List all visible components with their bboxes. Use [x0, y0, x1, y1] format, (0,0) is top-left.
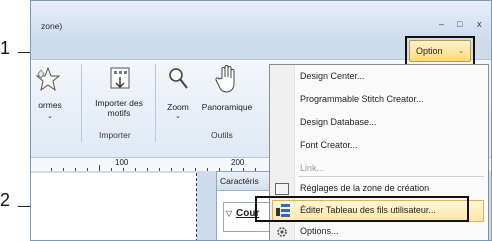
menu-item-design-database[interactable]: Design Database... [300, 117, 377, 127]
group-separator [155, 64, 156, 142]
menu-item-design-area-settings[interactable]: Réglages de la zone de création [300, 183, 429, 193]
magnifier-icon [169, 68, 188, 89]
group-separator [81, 64, 82, 142]
menu-item-options[interactable]: Options... [300, 226, 339, 236]
group-label-importer: Importer [99, 130, 131, 140]
menu-item-programmable-stitch-creator[interactable]: Programmable Stitch Creator... [300, 94, 424, 104]
panel-title: Caractéris [220, 176, 259, 186]
pan-button-label: Panoramique [201, 102, 253, 112]
design-canvas[interactable] [31, 173, 197, 240]
star-icon [35, 66, 61, 92]
menu-separator [298, 176, 484, 177]
minimize-button[interactable]: – [439, 19, 444, 29]
shapes-button-label: ormes [38, 100, 62, 110]
title-bar: zone) – □ x [31, 1, 491, 41]
shapes-button[interactable]: ormes ⌄ [31, 64, 69, 124]
import-icon [110, 67, 130, 89]
menu-item-font-creator[interactable]: Font Creator... [300, 140, 358, 150]
chevron-down-icon: ⌄ [175, 113, 181, 120]
import-patterns-button[interactable]: Importer des motifs [87, 64, 151, 128]
window-title: zone) [41, 21, 63, 31]
close-button[interactable]: x [477, 19, 482, 29]
chevron-down-icon: ⌄ [47, 113, 53, 120]
gear-icon [277, 227, 287, 237]
panel-title-bar: Caractéris [217, 172, 277, 191]
triangle-down-icon: ▽ [226, 209, 233, 218]
ruler-label-100: 100 [115, 158, 129, 167]
zoom-button-label: Zoom [167, 102, 189, 112]
callout-number-2: 2 [0, 190, 11, 210]
hand-icon [215, 65, 235, 93]
application-window: zone) – □ x ormes ⌄ Importer des motifs … [30, 0, 492, 241]
callout-number-1: 1 [0, 38, 11, 58]
ruler-label-200: 200 [231, 158, 245, 167]
pan-button[interactable]: Panoramique [195, 64, 259, 124]
zoom-button[interactable]: Zoom ⌄ [161, 64, 195, 124]
import-patterns-label: Importer des motifs [95, 98, 143, 118]
area-settings-icon [275, 183, 289, 195]
maximize-button[interactable]: □ [457, 19, 462, 29]
menu-item-design-center[interactable]: Design Center... [300, 71, 365, 81]
callout-highlight-box-2 [255, 196, 469, 222]
menu-item-link: Link... [300, 163, 325, 173]
callout-highlight-box-1 [405, 36, 475, 66]
group-label-outils: Outils [211, 130, 233, 140]
